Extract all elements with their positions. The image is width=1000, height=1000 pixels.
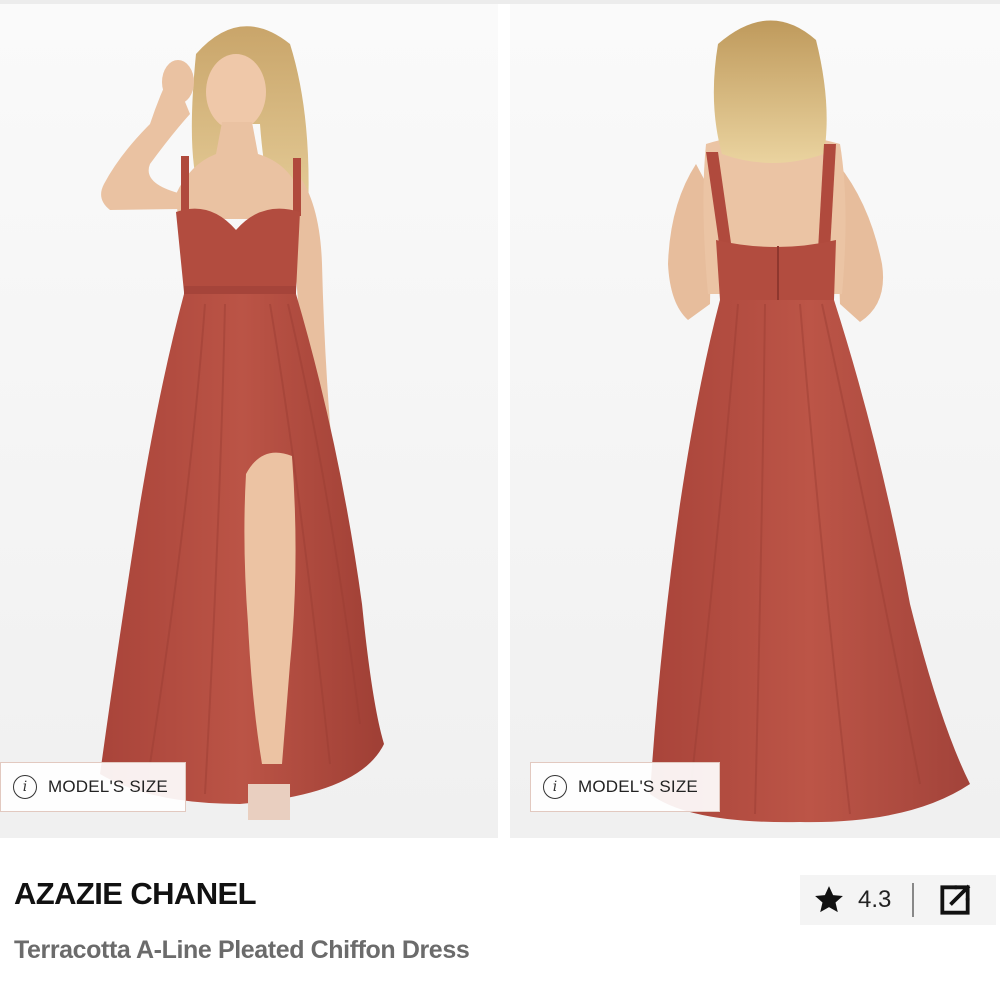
product-image-front[interactable] <box>0 4 498 838</box>
brand-name[interactable]: AZAZIE CHANEL <box>14 876 257 912</box>
model-size-label: MODEL'S SIZE <box>48 777 168 796</box>
front-view-illustration <box>0 4 498 838</box>
info-icon: i <box>13 775 37 799</box>
model-size-button-back[interactable]: i MODEL'S SIZE <box>530 762 720 812</box>
product-page: i MODEL'S SIZE i MODEL'S SIZE AZAZIE CHA… <box>0 0 1000 1000</box>
product-gallery: i MODEL'S SIZE i MODEL'S SIZE <box>0 4 1000 838</box>
back-view-illustration <box>510 4 1000 838</box>
rating-value: 4.3 <box>858 886 892 913</box>
divider <box>912 883 914 917</box>
product-image-back[interactable] <box>510 4 1000 838</box>
rating-bar[interactable]: 4.3 <box>800 875 996 925</box>
model-size-label: MODEL'S SIZE <box>578 777 698 796</box>
product-title: Terracotta A-Line Pleated Chiffon Dress <box>14 936 470 964</box>
info-icon: i <box>543 775 567 799</box>
external-link-icon[interactable] <box>936 881 974 919</box>
star-icon <box>815 886 843 913</box>
model-size-button-front[interactable]: i MODEL'S SIZE <box>0 762 186 812</box>
